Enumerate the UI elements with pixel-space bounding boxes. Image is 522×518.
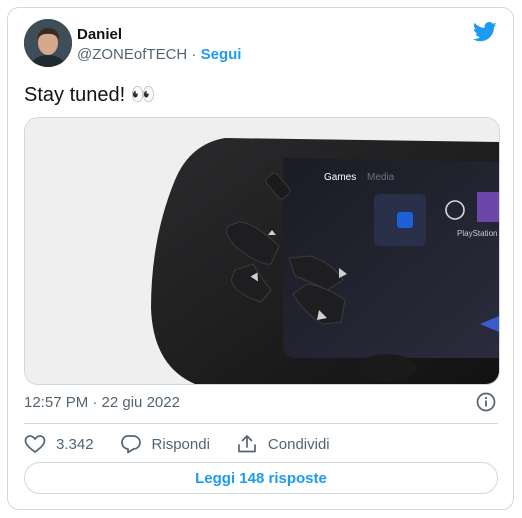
screen-tab-games: Games bbox=[324, 172, 356, 183]
tweet-timestamp[interactable]: 12:57 PM · 22 giu 2022 bbox=[24, 394, 180, 411]
read-replies-button[interactable]: Leggi 148 risposte bbox=[24, 462, 498, 494]
twitter-bird-icon[interactable] bbox=[473, 22, 497, 42]
heart-icon bbox=[24, 435, 46, 454]
divider bbox=[24, 423, 498, 424]
screen-tile-label: PlayStation bbox=[457, 229, 497, 238]
follow-link[interactable]: Segui bbox=[201, 46, 242, 63]
like-button[interactable]: 3.342 bbox=[24, 434, 94, 454]
author-handle[interactable]: @ZONEofTECH bbox=[77, 46, 187, 63]
controller-photo: Games Media PlayStation bbox=[25, 118, 499, 384]
like-count: 3.342 bbox=[56, 435, 94, 453]
share-button[interactable]: Condividi bbox=[236, 434, 330, 454]
share-icon bbox=[238, 435, 256, 453]
tweet-card: Daniel @ZONEofTECH · Segui Stay tuned! 👀 bbox=[7, 7, 514, 510]
avatar[interactable] bbox=[24, 19, 72, 67]
info-icon[interactable] bbox=[476, 392, 496, 412]
reply-button[interactable]: Rispondi bbox=[120, 434, 210, 454]
share-label: Condividi bbox=[267, 435, 330, 453]
author-handle-row: @ZONEofTECH · Segui bbox=[77, 46, 241, 63]
tweet-text: Stay tuned! 👀 bbox=[24, 84, 156, 106]
author-name[interactable]: Daniel bbox=[77, 26, 122, 43]
avatar-image bbox=[24, 19, 72, 67]
tweet-media[interactable]: Games Media PlayStation bbox=[24, 117, 500, 385]
reply-icon bbox=[120, 435, 141, 454]
action-bar: 3.342 Rispondi Condividi bbox=[24, 432, 356, 456]
separator: · bbox=[191, 46, 197, 63]
screen-tab-media: Media bbox=[367, 172, 395, 183]
reply-label: Rispondi bbox=[151, 435, 210, 453]
